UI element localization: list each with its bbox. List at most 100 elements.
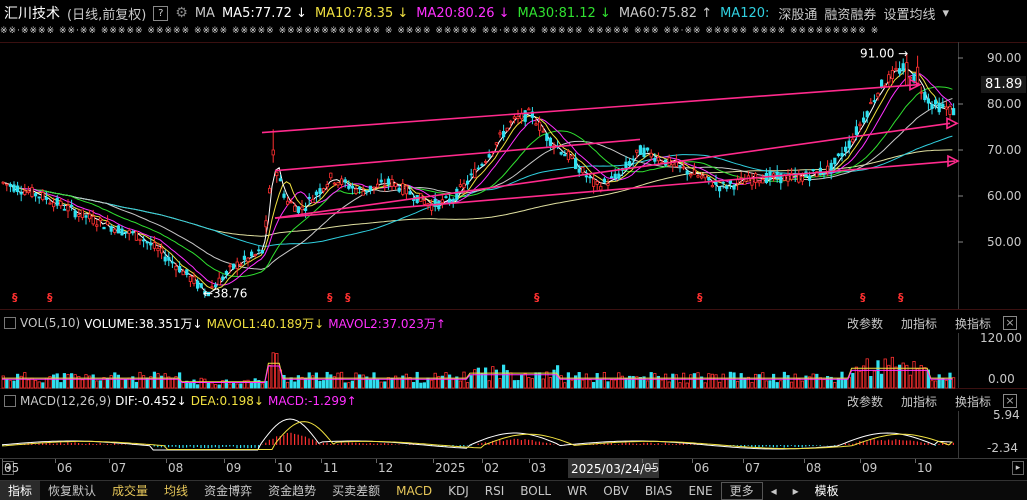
toolbar-prev-icon[interactable]: ◂ <box>763 481 785 500</box>
volume-bar <box>570 379 574 389</box>
add-indicator-button[interactable]: 加指标 <box>901 315 937 332</box>
candle-body <box>149 242 153 246</box>
candle-body <box>343 179 347 183</box>
link-margin[interactable]: 融资融券 <box>824 4 876 23</box>
add-indicator-button[interactable]: 加指标 <box>901 393 937 410</box>
volume-bar <box>343 382 347 389</box>
volume-bar <box>844 378 848 389</box>
volume-bar <box>725 378 729 389</box>
tab-boll[interactable]: BOLL <box>512 481 559 500</box>
tab-reset-default[interactable]: 恢复默认 <box>40 481 104 500</box>
link-hsgt[interactable]: 深股通 <box>778 4 817 23</box>
candle-body <box>638 145 643 155</box>
candle-body <box>577 168 581 173</box>
candle-body <box>26 190 31 193</box>
time-tick-label: 09 <box>226 461 242 475</box>
event-marker-icon: § <box>697 291 703 304</box>
event-marker-icon: § <box>12 291 18 304</box>
volume-bar <box>156 373 160 389</box>
volume-bar <box>465 382 470 389</box>
swap-indicator-button[interactable]: 换指标 <box>955 393 991 410</box>
channel-upper <box>261 83 919 134</box>
volume-bar <box>836 378 841 389</box>
volume-bar <box>851 372 855 389</box>
tab-indicator[interactable]: 指标 <box>0 480 41 500</box>
time-tick-mark <box>482 459 483 463</box>
time-axis[interactable]: ◂ 2025/03/24/一 ▸ 05 06 07 08 09 10 11 12 2025 02 0… <box>0 458 1027 478</box>
volume-bar <box>70 373 74 389</box>
tab-ma[interactable]: 均线 <box>156 481 196 500</box>
volume-bar <box>617 372 621 389</box>
candle-body <box>15 185 20 193</box>
volume-bar <box>116 374 120 389</box>
tab-wr[interactable]: WR <box>559 481 595 500</box>
candle-body <box>930 104 934 110</box>
candle-body <box>480 163 484 166</box>
volume-bar <box>228 383 232 389</box>
candle-body <box>156 248 160 252</box>
tab-obv[interactable]: OBV <box>595 481 637 500</box>
volume-bar <box>231 382 236 389</box>
tab-volume[interactable]: 成交量 <box>104 481 156 500</box>
candle-body <box>109 226 113 232</box>
candle-body <box>487 154 491 158</box>
volume-chart[interactable] <box>0 333 1027 389</box>
candlestick-chart[interactable]: 91.00 → ←38.76 § § § § § § § § <box>0 42 1027 310</box>
chevron-down-icon[interactable]: ▾ <box>942 6 949 21</box>
volume-bar <box>419 382 423 389</box>
close-icon[interactable]: × <box>1003 316 1017 330</box>
candle-body <box>757 180 761 184</box>
volume-bar <box>624 378 628 389</box>
volume-bar <box>566 372 571 389</box>
ma-settings-button[interactable]: 设置均线 <box>883 4 935 23</box>
macd-chart[interactable] <box>0 411 1027 458</box>
tab-kdj[interactable]: KDJ <box>440 481 477 500</box>
candle-body <box>285 200 290 205</box>
volume-bar <box>952 377 956 389</box>
edit-params-button[interactable]: 改参数 <box>847 393 883 410</box>
more-button[interactable]: 更多 <box>720 481 763 500</box>
volume-bar <box>181 382 185 389</box>
tab-bias[interactable]: BIAS <box>637 481 681 500</box>
volume-bar <box>390 377 394 389</box>
tab-buy-sell-diff[interactable]: 买卖差额 <box>324 481 388 500</box>
volume-bar <box>293 381 297 389</box>
volume-bar <box>91 374 95 389</box>
volume-bar <box>671 373 675 389</box>
swap-indicator-button[interactable]: 换指标 <box>955 315 991 332</box>
panel-toggle[interactable] <box>4 395 16 407</box>
tab-ene[interactable]: ENE <box>680 481 720 500</box>
event-marker-icon: § <box>860 291 866 304</box>
candle-body <box>318 188 322 194</box>
close-icon[interactable]: × <box>1003 394 1017 408</box>
event-marker-icon: § <box>47 291 53 304</box>
tab-fund-game[interactable]: 资金博弈 <box>196 481 260 500</box>
gear-icon[interactable]: ⚙ <box>175 5 188 21</box>
scroll-right-icon[interactable]: ▸ <box>1012 461 1024 475</box>
tab-rsi[interactable]: RSI <box>477 481 513 500</box>
volume-bar <box>95 380 99 389</box>
volume-bar <box>527 377 531 389</box>
panel-toggle[interactable] <box>4 317 16 329</box>
period-label[interactable]: (日线,前复权) <box>67 4 146 23</box>
volume-bar <box>944 380 949 389</box>
toolbar-next-icon[interactable]: ▸ <box>785 481 807 500</box>
candle-body <box>386 178 391 185</box>
volume-bar <box>329 374 333 389</box>
candle-body <box>311 199 315 204</box>
event-marker-icon: § <box>345 291 351 304</box>
edit-params-button[interactable]: 改参数 <box>847 315 883 332</box>
vol-name: VOL(5,10) <box>20 316 81 330</box>
template-button[interactable]: 模板 <box>807 481 847 500</box>
time-tick-label: 08 <box>806 461 822 475</box>
low-price-label: ←38.76 <box>203 287 247 301</box>
tab-fund-trend[interactable]: 资金趋势 <box>260 481 324 500</box>
candle-body <box>602 178 607 183</box>
volume-bar <box>23 372 27 389</box>
volume-bar <box>429 379 434 389</box>
candle-body <box>192 276 196 284</box>
tab-macd[interactable]: MACD <box>388 481 440 500</box>
help-button[interactable]: ? <box>153 5 169 21</box>
ma-item-5: MA120: <box>720 5 770 21</box>
time-tick-mark <box>166 459 167 463</box>
